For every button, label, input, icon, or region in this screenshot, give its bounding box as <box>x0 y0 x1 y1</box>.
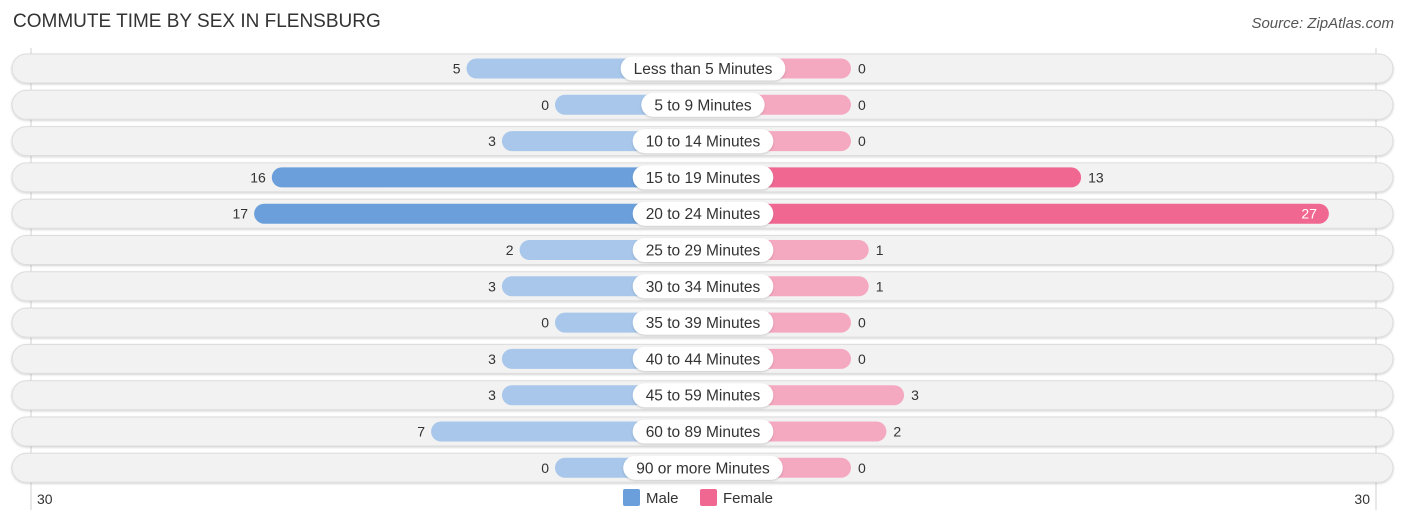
category-label: 90 or more Minutes <box>636 460 770 477</box>
female-value-label: 0 <box>858 351 866 367</box>
female-value-label: 2 <box>893 424 901 440</box>
female-value-label: 1 <box>876 278 884 294</box>
male-value-label: 2 <box>506 242 514 258</box>
male-value-label: 0 <box>541 97 549 113</box>
axis-label-left: 30 <box>37 491 53 507</box>
category-label: Less than 5 Minutes <box>634 61 773 78</box>
female-value-label: 0 <box>858 460 866 476</box>
male-value-label: 3 <box>488 351 496 367</box>
female-value-label: 27 <box>1301 206 1317 222</box>
male-value-label: 17 <box>233 206 249 222</box>
category-label: 5 to 9 Minutes <box>654 97 752 114</box>
category-label: 60 to 89 Minutes <box>646 424 761 441</box>
category-label: 15 to 19 Minutes <box>646 170 761 187</box>
female-value-label: 0 <box>858 315 866 331</box>
category-label: 35 to 39 Minutes <box>646 315 761 332</box>
category-label: 10 to 14 Minutes <box>646 134 761 151</box>
male-value-label: 0 <box>541 460 549 476</box>
chart-canvas: 5 0Less than 5 Minutes0 05 to 9 Minutes3 01… <box>11 48 1394 510</box>
axis-label-right: 30 <box>1354 491 1370 507</box>
legend-swatch-female <box>700 489 717 506</box>
male-value-label: 5 <box>453 61 461 77</box>
female-value-label: 1 <box>876 242 884 258</box>
category-label: 30 to 34 Minutes <box>646 279 761 296</box>
female-value-label: 13 <box>1088 169 1104 185</box>
category-label: 25 to 29 Minutes <box>646 243 761 260</box>
male-value-label: 3 <box>488 133 496 149</box>
female-value-label: 0 <box>858 97 866 113</box>
male-value-label: 3 <box>488 387 496 403</box>
category-label: 45 to 59 Minutes <box>646 388 761 405</box>
category-label: 20 to 24 Minutes <box>646 206 761 223</box>
male-value-label: 3 <box>488 278 496 294</box>
legend-label-male: Male <box>646 490 679 507</box>
legend-label-female: Female <box>723 490 773 507</box>
male-value-label: 0 <box>541 315 549 331</box>
male-value-label: 16 <box>250 169 266 185</box>
legend-swatch-male <box>623 489 640 506</box>
male-value-label: 7 <box>417 424 425 440</box>
female-value-label: 3 <box>911 387 919 403</box>
female-value-label: 0 <box>858 133 866 149</box>
category-label: 40 to 44 Minutes <box>646 351 761 368</box>
female-bar <box>703 203 1329 224</box>
female-value-label: 0 <box>858 61 866 77</box>
